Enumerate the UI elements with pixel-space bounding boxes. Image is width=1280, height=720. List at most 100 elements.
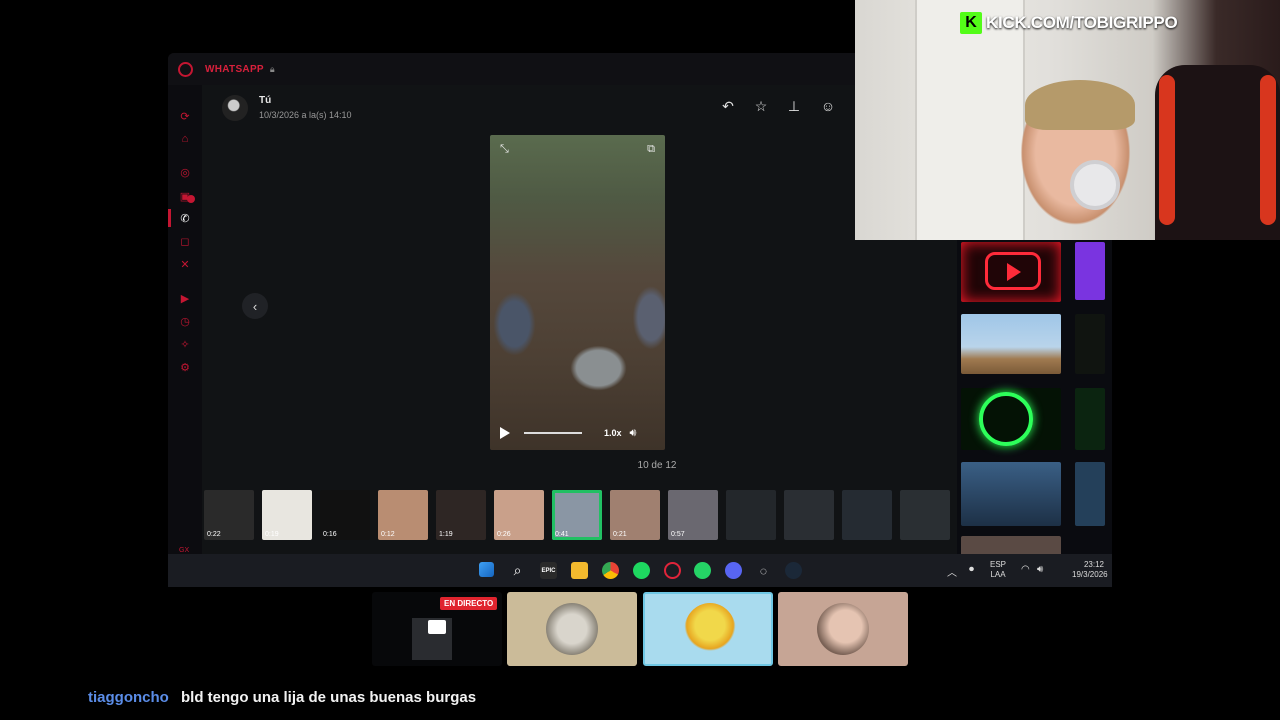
stream-banner: K KICK.COM/TOBIGRIPPO — [960, 12, 1178, 34]
thumbnail-duration: 0:57 — [671, 531, 685, 538]
kick-logo-icon: K — [960, 12, 982, 34]
wifi-icon[interactable]: ◠ — [1021, 564, 1030, 575]
volume-icon[interactable]: 🔊︎ — [630, 427, 637, 440]
history-icon[interactable]: ◷ — [178, 314, 192, 328]
video-player[interactable]: ⤡ ⧉ 1.0x 🔊︎ — [490, 135, 665, 450]
bag-icon[interactable]: ⌂ — [178, 132, 192, 146]
opera-sidebar: ⟳ ⌂ ◎ ▣ ✆ ◻ ✕ ▶ ◷ ✧ ⚙ GX — [168, 85, 202, 555]
spotify-icon[interactable] — [633, 562, 650, 579]
thumbnail-duration: 0:12 — [381, 531, 395, 538]
thumbnail[interactable]: 1:19 — [436, 490, 486, 540]
search-icon[interactable]: ⌕ — [509, 562, 526, 579]
loading-icon[interactable]: ◌ — [755, 562, 772, 579]
thumbnail-duration: 0:21 — [613, 531, 627, 538]
discord-icon[interactable] — [725, 562, 742, 579]
thumbnail[interactable] — [900, 490, 950, 540]
play-icon[interactable] — [500, 427, 510, 439]
thumbnail[interactable] — [726, 490, 776, 540]
taskbar: ⌕ EPIC ◌ ︿ ⏺︎ ESP LAA ◠ 🔊︎ 23:12 19/3/20… — [168, 554, 1112, 587]
speaker-icon[interactable]: 🔊︎ — [1037, 564, 1043, 575]
previous-media-button[interactable]: ‹ — [242, 293, 268, 319]
thumbnail-selected[interactable]: 0:41 — [552, 490, 602, 540]
clock-date: 19/3/2026 — [1072, 570, 1108, 579]
instagram-icon[interactable]: ◻ — [178, 234, 192, 248]
video-controls: 1.0x 🔊︎ — [490, 416, 665, 450]
whatsapp-taskbar-icon[interactable] — [694, 562, 711, 579]
portrait-tile — [961, 462, 1061, 526]
microphone-icon[interactable]: ⏺︎ — [969, 564, 974, 575]
player-icon[interactable]: ▶ — [178, 291, 192, 305]
progress-bar[interactable] — [524, 432, 582, 434]
thumbnail-duration: 1:19 — [439, 531, 453, 538]
thumbnail[interactable]: 0:22 — [204, 490, 254, 540]
extensions-icon[interactable]: ✧ — [178, 337, 192, 351]
live-badge: EN DIRECTO — [440, 597, 498, 610]
thumbnail-duration: 0:26 — [497, 531, 511, 538]
door — [915, 0, 1025, 240]
sender-name: Tú — [259, 95, 272, 106]
lock-icon: 🔒︎ — [269, 63, 275, 74]
thumbnail[interactable]: 0:16 — [320, 490, 370, 540]
twitch-tile — [1075, 242, 1105, 300]
gx-label[interactable]: GX — [179, 547, 189, 554]
participant-tile-3[interactable] — [643, 592, 773, 666]
thumbnail[interactable] — [784, 490, 834, 540]
participant-tile-4[interactable] — [778, 592, 908, 666]
thumbnail[interactable]: 0:21 — [610, 490, 660, 540]
reply-icon[interactable]: ↶ — [718, 96, 738, 116]
webcam-feed: K KICK.COM/TOBIGRIPPO — [855, 0, 1280, 240]
star-icon[interactable]: ☆ — [751, 96, 771, 116]
youtube-tile — [961, 242, 1061, 302]
bottom-tile — [961, 536, 1061, 554]
pin-icon[interactable]: ⊥ — [784, 96, 804, 116]
clock[interactable]: 23:12 19/3/2026 — [1072, 560, 1108, 580]
chat-message: tiaggoncho bld tengo una lija de unas bu… — [88, 689, 476, 706]
file-explorer-icon[interactable] — [571, 562, 588, 579]
chrome-icon[interactable] — [602, 562, 619, 579]
streamer-hair — [1025, 80, 1135, 130]
settings-icon[interactable]: ⚙ — [178, 360, 192, 374]
notification-badge — [187, 195, 195, 203]
message-timestamp: 10/3/2026 a la(s) 14:10 — [259, 110, 352, 120]
x-icon[interactable]: ✕ — [178, 257, 192, 271]
thumbnail[interactable]: 0:12 — [378, 490, 428, 540]
desktop-wallpaper-panel — [957, 240, 1112, 554]
steam-icon[interactable] — [785, 562, 802, 579]
participant-tile-2[interactable] — [507, 592, 637, 666]
emoji-icon[interactable]: ☺ — [818, 96, 838, 116]
avatar — [222, 95, 248, 121]
clock-time: 23:12 — [1083, 560, 1104, 569]
headphones — [1070, 160, 1120, 210]
language-code: ESP — [990, 560, 1007, 569]
dark-tile — [1075, 314, 1105, 374]
epic-games-icon[interactable]: EPIC — [540, 562, 557, 579]
opera-gx-icon[interactable] — [664, 562, 681, 579]
thumbnail-duration: 0:22 — [207, 531, 221, 538]
gaming-chair — [1155, 65, 1280, 240]
minimize-icon[interactable]: ⤡ — [500, 143, 509, 156]
green-tile — [1075, 388, 1105, 450]
thumbnail[interactable]: 0:57 — [668, 490, 718, 540]
chat-username[interactable]: tiaggoncho — [88, 689, 169, 706]
whatsapp-tile — [961, 388, 1061, 450]
motocross-tile — [961, 314, 1061, 374]
playback-speed[interactable]: 1.0x — [604, 428, 622, 438]
active-indicator — [168, 209, 171, 227]
thumbnail[interactable]: 0:26 — [494, 490, 544, 540]
language-indicator[interactable]: ESP LAA — [990, 560, 1006, 580]
keyboard-layout: LAA — [990, 570, 1006, 579]
thumbnail[interactable] — [842, 490, 892, 540]
tray-expand-icon[interactable]: ︿ — [947, 564, 957, 579]
thumbnail-duration: 0:16 — [323, 531, 337, 538]
whatsapp-icon[interactable]: ✆ — [178, 211, 192, 225]
app-title: WHATSAPP — [205, 63, 264, 75]
picture-in-picture-icon[interactable]: ⧉ — [647, 143, 655, 156]
thumbnail-duration: 0:41 — [555, 531, 569, 538]
windows-start-icon[interactable] — [479, 562, 494, 577]
channel-url: KICK.COM/TOBIGRIPPO — [986, 13, 1178, 32]
thumbnail[interactable]: 0:19 — [262, 490, 312, 540]
ai-icon[interactable]: ⟳ — [178, 109, 192, 123]
opera-logo-icon[interactable] — [178, 61, 193, 77]
messenger-icon[interactable]: ◎ — [178, 165, 192, 179]
thumbnail-duration: 0:19 — [265, 531, 279, 538]
